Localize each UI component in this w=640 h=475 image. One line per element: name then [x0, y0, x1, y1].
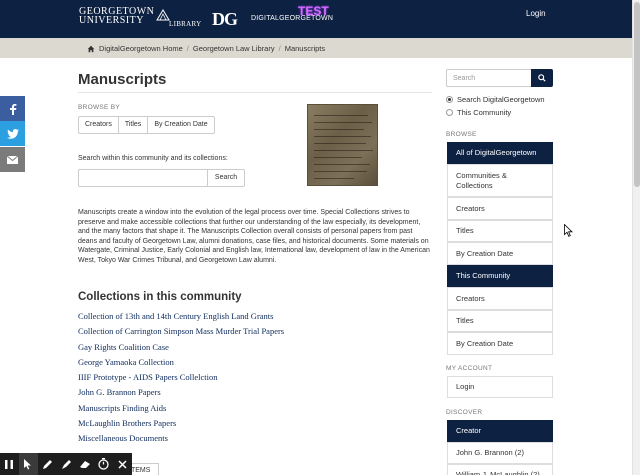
collection-link[interactable]: Miscellaneous Documents: [78, 433, 284, 448]
page-title: Manuscripts: [78, 71, 167, 88]
facebook-icon: [9, 103, 16, 115]
twitter-share-button[interactable]: [0, 121, 25, 146]
browse-community-titles[interactable]: Titles: [447, 310, 553, 332]
header-login-link[interactable]: Login: [526, 9, 546, 18]
pen-tool-button[interactable]: [38, 453, 57, 475]
browse-all-titles[interactable]: Titles: [447, 220, 553, 242]
community-search-input[interactable]: [78, 169, 208, 187]
eraser-icon: [79, 460, 90, 468]
collection-link[interactable]: John G. Brannon Papers: [78, 387, 284, 402]
breadcrumb-separator: /: [278, 44, 281, 53]
sidebar-search-button[interactable]: [531, 69, 553, 87]
pointer-icon: [24, 458, 32, 469]
close-icon: [118, 459, 127, 469]
browse-communities-collections[interactable]: Communities & Collections: [447, 164, 553, 197]
browse-creators-button[interactable]: Creators: [78, 116, 119, 134]
breadcrumb-bar: DigitalGeorgetown Home / Georgetown Law …: [0, 38, 632, 58]
browse-creation-date-button[interactable]: By Creation Date: [147, 116, 215, 134]
marker-icon: [61, 459, 71, 469]
pen-icon: [42, 459, 52, 469]
collection-link[interactable]: Collection of 13th and 14th Century Engl…: [78, 311, 284, 326]
browse-community-creation-date[interactable]: By Creation Date: [447, 332, 553, 355]
dg-logo[interactable]: DG: [212, 9, 238, 30]
facebook-share-button[interactable]: [0, 96, 25, 121]
scrollbar-thumb[interactable]: [634, 2, 640, 187]
browse-by-button-group: Creators Titles By Creation Date: [78, 116, 215, 134]
community-search-label: Search within this community and its col…: [78, 155, 228, 162]
georgetown-university-logo[interactable]: GEORGETOWN UNIVERSITY: [79, 7, 154, 26]
scope-all-label: Search DigitalGeorgetown: [457, 95, 545, 104]
breadcrumb-separator: /: [186, 44, 189, 53]
scope-community-label: This Community: [457, 108, 512, 117]
collection-link[interactable]: IIIF Prototype - AIDS Papers Collelction: [78, 372, 284, 387]
browse-heading: BROWSE: [446, 131, 477, 138]
breadcrumb-current: Manuscripts: [284, 44, 326, 53]
discover-creator-item[interactable]: William J. McLaughlin (2): [447, 464, 553, 475]
pause-button[interactable]: [0, 453, 19, 475]
discover-creator-item[interactable]: John G. Brannon (2): [447, 442, 553, 464]
browse-by-label: BROWSE BY: [78, 104, 121, 111]
logo-text-line2: UNIVERSITY: [79, 15, 144, 26]
twitter-icon: [6, 128, 19, 139]
sidebar-search-input[interactable]: Search: [446, 69, 532, 87]
browse-all-creators[interactable]: Creators: [447, 197, 553, 220]
radio-unselected[interactable]: [446, 109, 453, 116]
annotation-toolbar: [0, 453, 132, 475]
discover-heading: DISCOVER: [446, 409, 483, 416]
scope-community-radio[interactable]: This Community: [446, 108, 511, 117]
title-divider: [78, 92, 432, 93]
test-environment-badge: TEST: [298, 4, 329, 18]
collection-link[interactable]: George Yamaoka Collection: [78, 357, 284, 372]
breadcrumb-law-library[interactable]: Georgetown Law Library: [193, 44, 275, 53]
browse-all-header[interactable]: All of DigitalGeorgetown: [447, 142, 553, 164]
pause-icon: [5, 459, 14, 469]
page-scrollbar[interactable]: [632, 0, 640, 475]
library-logo-text: LIBRARY: [169, 20, 202, 28]
collection-link[interactable]: Collection of Carrington Simpson Mass Mu…: [78, 326, 284, 341]
collections-heading: Collections in this community: [78, 291, 242, 303]
eraser-tool-button[interactable]: [75, 453, 94, 475]
timer-button[interactable]: [94, 453, 113, 475]
community-thumbnail: [307, 104, 378, 186]
browse-all-creation-date[interactable]: By Creation Date: [447, 242, 553, 265]
scope-all-radio[interactable]: Search DigitalGeorgetown: [446, 95, 545, 104]
site-header: GEORGETOWN UNIVERSITY LIBRARY DG DIGITAL…: [0, 0, 632, 38]
email-share-button[interactable]: [0, 147, 25, 172]
discover-creator-header[interactable]: Creator: [447, 420, 553, 442]
collection-link[interactable]: Manuscripts Finding Aids: [78, 403, 284, 418]
radio-selected[interactable]: [446, 96, 453, 103]
email-icon: [7, 155, 18, 164]
sidebar-login-link[interactable]: Login: [447, 376, 553, 398]
collection-link[interactable]: McLaughlin Brothers Papers: [78, 418, 284, 433]
collection-link[interactable]: Gay Rights Coalition Case: [78, 342, 284, 357]
search-icon: [538, 74, 546, 82]
mouse-cursor-icon: [564, 224, 573, 237]
browse-community-creators[interactable]: Creators: [447, 287, 553, 310]
browse-community-header[interactable]: This Community: [447, 265, 553, 287]
community-description: Manuscripts create a window into the evo…: [78, 209, 430, 264]
home-icon: [87, 45, 95, 52]
collections-list: Collection of 13th and 14th Century Engl…: [78, 311, 284, 449]
my-account-heading: MY ACCOUNT: [446, 365, 493, 372]
timer-icon: [98, 458, 109, 470]
close-toolbar-button[interactable]: [113, 453, 132, 475]
pointer-tool-button[interactable]: [18, 453, 38, 475]
community-search-button[interactable]: Search: [207, 169, 245, 187]
browse-titles-button[interactable]: Titles: [117, 116, 149, 134]
marker-tool-button[interactable]: [57, 453, 76, 475]
library-logo[interactable]: LIBRARY: [155, 8, 201, 30]
breadcrumb-home[interactable]: DigitalGeorgetown Home: [99, 44, 183, 53]
breadcrumb: DigitalGeorgetown Home / Georgetown Law …: [87, 44, 325, 53]
